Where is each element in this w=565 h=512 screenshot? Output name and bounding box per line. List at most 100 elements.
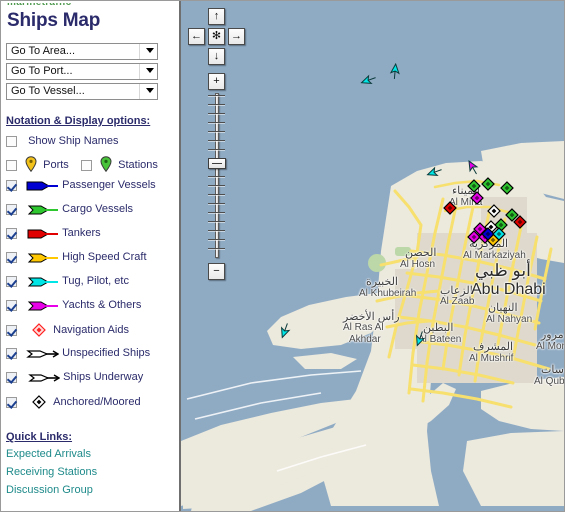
zoom-out-button[interactable]: − (208, 263, 225, 280)
checkbox-passenger-vessels[interactable] (6, 180, 17, 191)
option-anchored-moored[interactable]: Anchored/Moored (6, 395, 141, 415)
checkbox-ports[interactable] (6, 160, 17, 171)
diamond-outline-icon (32, 395, 46, 412)
ship-marker[interactable] (443, 201, 457, 218)
pan-up-button[interactable]: ↑ (208, 8, 225, 25)
link-expected-arrivals[interactable]: Expected Arrivals (6, 448, 91, 460)
option-label: Unspecified Ships (62, 347, 151, 359)
checkbox-yachts-others[interactable] (6, 300, 17, 311)
chevron-down-icon[interactable] (139, 84, 157, 99)
go-to-vessel-value: Go To Vessel... (11, 85, 85, 97)
ship-arrow-magenta-icon (25, 300, 59, 315)
ship-arrow-red-icon (25, 228, 59, 243)
option-high-speed-craft[interactable]: High Speed Craft (6, 251, 147, 271)
option-stations[interactable]: Stations (81, 156, 158, 176)
option-label: High Speed Craft (62, 251, 147, 263)
checkbox-cargo-vessels[interactable] (6, 204, 17, 215)
zoom-tick (208, 212, 225, 213)
option-label: Yachts & Others (62, 299, 142, 311)
zoom-tick (208, 203, 225, 204)
pin-green-icon (100, 156, 112, 175)
checkbox-anchored-moored[interactable] (6, 397, 17, 408)
ship-marker[interactable] (386, 62, 404, 84)
option-navigation-aids[interactable]: Navigation Aids (6, 323, 129, 343)
zoom-tick (208, 131, 225, 132)
zoom-tick (208, 149, 225, 150)
checkbox-navigation-aids[interactable] (6, 325, 17, 336)
pin-yellow-icon (25, 156, 37, 175)
ship-marker[interactable] (487, 204, 501, 221)
option-label: Passenger Vessels (62, 179, 156, 191)
quick-links-heading: Quick Links: (6, 431, 73, 443)
zoom-slider-handle[interactable] (208, 158, 226, 169)
zoom-tick (208, 140, 225, 141)
option-passenger-vessels[interactable]: Passenger Vessels (6, 179, 156, 199)
checkbox-show-ship-names[interactable] (6, 136, 17, 147)
diamond-red-icon (32, 323, 46, 340)
option-label: Stations (118, 159, 158, 171)
sidebar: marinetraffic Ships Map Go To Area... Go… (1, 1, 179, 511)
checkbox-tankers[interactable] (6, 228, 17, 239)
option-label: Show Ship Names (28, 135, 119, 147)
ship-underway-outline-icon (28, 372, 61, 387)
pan-right-button[interactable]: → (228, 28, 245, 45)
go-to-vessel-select[interactable]: Go To Vessel... (6, 83, 158, 100)
go-to-area-value: Go To Area... (11, 45, 76, 57)
option-label: Anchored/Moored (53, 396, 141, 408)
option-label: Navigation Aids (53, 324, 129, 336)
link-receiving-stations[interactable]: Receiving Stations (6, 466, 97, 478)
pan-left-button[interactable]: ← (188, 28, 205, 45)
zoom-tick (208, 113, 225, 114)
ship-arrow-blue-icon (25, 180, 59, 195)
ship-marker[interactable] (276, 321, 294, 342)
map-canvas[interactable]: الميناء Al Mina المركزية Al Markaziyah ا… (179, 1, 564, 511)
ships-map-page: marinetraffic Ships Map Go To Area... Go… (0, 0, 565, 512)
zoom-tick (208, 176, 225, 177)
checkbox-unspecified-ships[interactable] (6, 348, 17, 359)
ship-arrow-cyan-icon (25, 276, 59, 291)
option-tankers[interactable]: Tankers (6, 227, 101, 247)
go-to-area-select[interactable]: Go To Area... (6, 43, 158, 60)
ship-marker[interactable] (470, 191, 484, 208)
go-to-port-select[interactable]: Go To Port... (6, 63, 158, 80)
option-show-ship-names[interactable]: Show Ship Names (6, 135, 119, 155)
pan-down-button[interactable]: ↓ (208, 48, 225, 65)
option-label: Cargo Vessels (62, 203, 134, 215)
option-label: Ports (43, 159, 69, 171)
chevron-down-icon[interactable] (139, 44, 157, 59)
ship-arrow-yellow-icon (25, 252, 59, 267)
ship-marker[interactable] (360, 71, 378, 92)
ship-marker[interactable] (411, 329, 429, 350)
ship-marker[interactable] (492, 227, 506, 244)
option-unspecified-ships[interactable]: Unspecified Ships (6, 347, 150, 367)
ship-marker[interactable] (426, 163, 444, 184)
go-to-port-value: Go To Port... (11, 65, 73, 77)
zoom-tick (208, 239, 225, 240)
zoom-tick (208, 104, 225, 105)
option-yachts-others[interactable]: Yachts & Others (6, 299, 141, 319)
ship-arrow-green-icon (25, 204, 59, 219)
option-cargo-vessels[interactable]: Cargo Vessels (6, 203, 133, 223)
ship-marker[interactable] (464, 159, 482, 180)
checkbox-high-speed-craft[interactable] (6, 252, 17, 263)
zoom-tick (208, 194, 225, 195)
ship-outline-icon (25, 348, 60, 363)
zoom-tick (208, 248, 225, 249)
zoom-in-button[interactable]: + (208, 73, 225, 90)
checkbox-tug-pilot[interactable] (6, 276, 17, 287)
checkbox-ships-underway[interactable] (6, 372, 17, 383)
zoom-tick (208, 185, 225, 186)
ship-marker[interactable] (500, 181, 514, 198)
zoom-tick (208, 95, 225, 96)
option-ports[interactable]: Ports (6, 156, 69, 176)
option-ships-underway[interactable]: Ships Underway (6, 371, 143, 391)
checkbox-stations[interactable] (81, 160, 92, 171)
option-label: Ships Underway (63, 371, 144, 383)
link-discussion-group[interactable]: Discussion Group (6, 484, 93, 496)
chevron-down-icon[interactable] (139, 64, 157, 79)
top-text-fragment: marinetraffic (7, 1, 72, 8)
option-tug-pilot[interactable]: Tug, Pilot, etc (6, 275, 129, 295)
zoom-tick (208, 230, 225, 231)
recenter-button[interactable]: ✻ (208, 28, 225, 45)
option-label: Tankers (62, 227, 101, 239)
